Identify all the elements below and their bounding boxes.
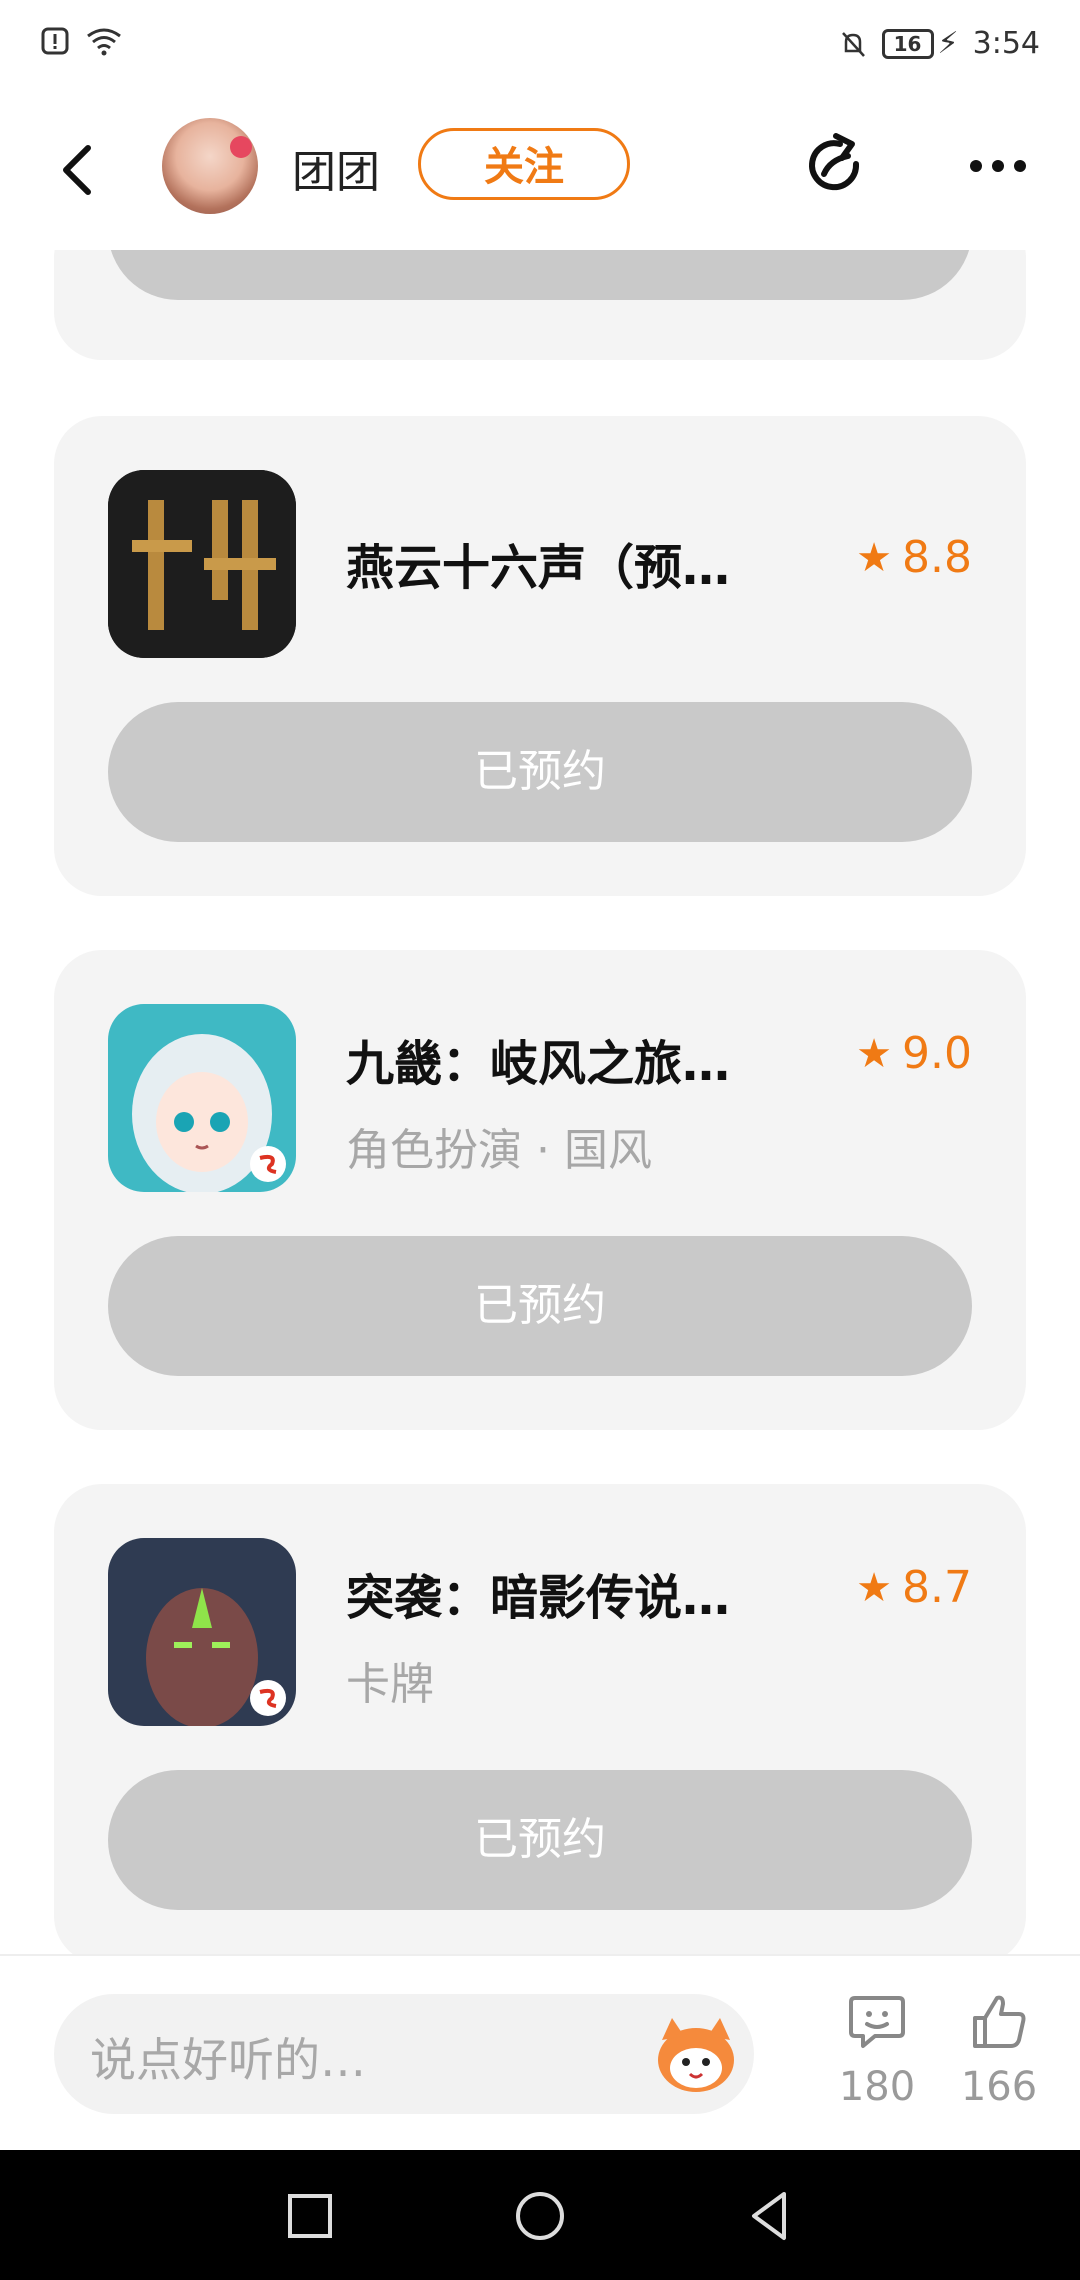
comment-placeholder: 说点好听的… (90, 2033, 366, 2087)
mute-bell-icon (841, 31, 865, 57)
avatar-flower (230, 136, 252, 158)
comment-icon (849, 1996, 905, 2048)
charging-icon: ⚡ (937, 26, 959, 61)
recent-apps-icon[interactable] (280, 2186, 340, 2246)
tuxi-character-icon (108, 1538, 296, 1726)
game-list[interactable]: 燕云十六声（预… ★ 8.8 已预约 九畿：岐风之旅… ★ 9.0 角色扮演 ·… (0, 250, 1080, 1954)
back-nav-icon[interactable] (740, 2186, 800, 2246)
star-icon: ★ (856, 1030, 893, 1077)
rating-value: 8.7 (902, 1562, 972, 1613)
thumbs-up-icon (973, 1995, 1026, 2048)
game-rating: ★ 8.7 (856, 1562, 972, 1613)
game-card-partial (54, 250, 1026, 360)
reserve-button[interactable] (108, 250, 972, 300)
game-title[interactable]: 燕云十六声（预… (346, 528, 826, 598)
game-title[interactable]: 突袭：暗影传说… (346, 1558, 826, 1628)
alert-icon (41, 27, 69, 55)
likes-count: 166 (960, 2064, 1038, 2110)
more-dot (970, 160, 982, 172)
system-nav-bar (0, 2150, 1080, 2280)
game-card[interactable]: 九畿：岐风之旅… ★ 9.0 角色扮演 · 国风 已预约 (54, 950, 1026, 1430)
rating-value: 9.0 (902, 1028, 972, 1079)
avatar[interactable] (162, 118, 258, 214)
status-right: 16 ⚡ 3:54 (838, 26, 1040, 61)
status-bar: 16 ⚡ 3:54 (0, 0, 1080, 90)
more-dot (992, 160, 1004, 172)
game-icon-yanyun[interactable] (108, 470, 296, 658)
game-tags: 卡牌 (346, 1659, 434, 1710)
comments-count: 180 (838, 2064, 916, 2110)
game-icon-tuxi[interactable] (108, 1538, 296, 1726)
like-button[interactable]: 166 (944, 1990, 1054, 2110)
yanyun-logo-icon (108, 470, 296, 658)
status-left (40, 26, 124, 56)
more-options-icon[interactable] (962, 130, 1034, 202)
back-arrow-icon[interactable] (50, 140, 110, 200)
game-rating: ★ 8.8 (856, 532, 972, 583)
rating-value: 8.8 (902, 532, 972, 583)
star-icon: ★ (856, 1564, 893, 1611)
follow-button[interactable]: 关注 (418, 128, 630, 200)
comment-bar: 说点好听的… 180 166 (0, 1954, 1080, 2152)
home-icon[interactable] (510, 2186, 570, 2246)
share-icon[interactable] (800, 130, 872, 202)
game-card[interactable]: 燕云十六声（预… ★ 8.8 已预约 (54, 416, 1026, 896)
comments-button[interactable]: 180 (822, 1990, 932, 2110)
game-tags: 角色扮演 · 国风 (346, 1125, 652, 1176)
game-card[interactable]: 突袭：暗影传说… ★ 8.7 卡牌 已预约 (54, 1484, 1026, 1954)
game-title[interactable]: 九畿：岐风之旅… (346, 1024, 826, 1094)
star-icon: ★ (856, 534, 893, 581)
battery-level: 16 (881, 28, 934, 59)
reserve-button[interactable]: 已预约 (108, 1236, 972, 1376)
clock: 3:54 (972, 26, 1040, 61)
reserve-button[interactable]: 已预约 (108, 1770, 972, 1910)
game-rating: ★ 9.0 (856, 1028, 972, 1079)
reserve-button[interactable]: 已预约 (108, 702, 972, 842)
jiuji-character-icon (108, 1004, 296, 1192)
mascot-emoji-icon[interactable] (650, 2010, 742, 2098)
top-header: 团团 关注 (0, 90, 1080, 250)
user-nickname[interactable]: 团团 (292, 136, 380, 200)
game-icon-jiuji[interactable] (108, 1004, 296, 1192)
wifi-icon (87, 28, 121, 56)
comment-input[interactable]: 说点好听的… (54, 1994, 754, 2114)
battery-indicator: 16 ⚡ (881, 26, 959, 61)
more-dot (1014, 160, 1026, 172)
